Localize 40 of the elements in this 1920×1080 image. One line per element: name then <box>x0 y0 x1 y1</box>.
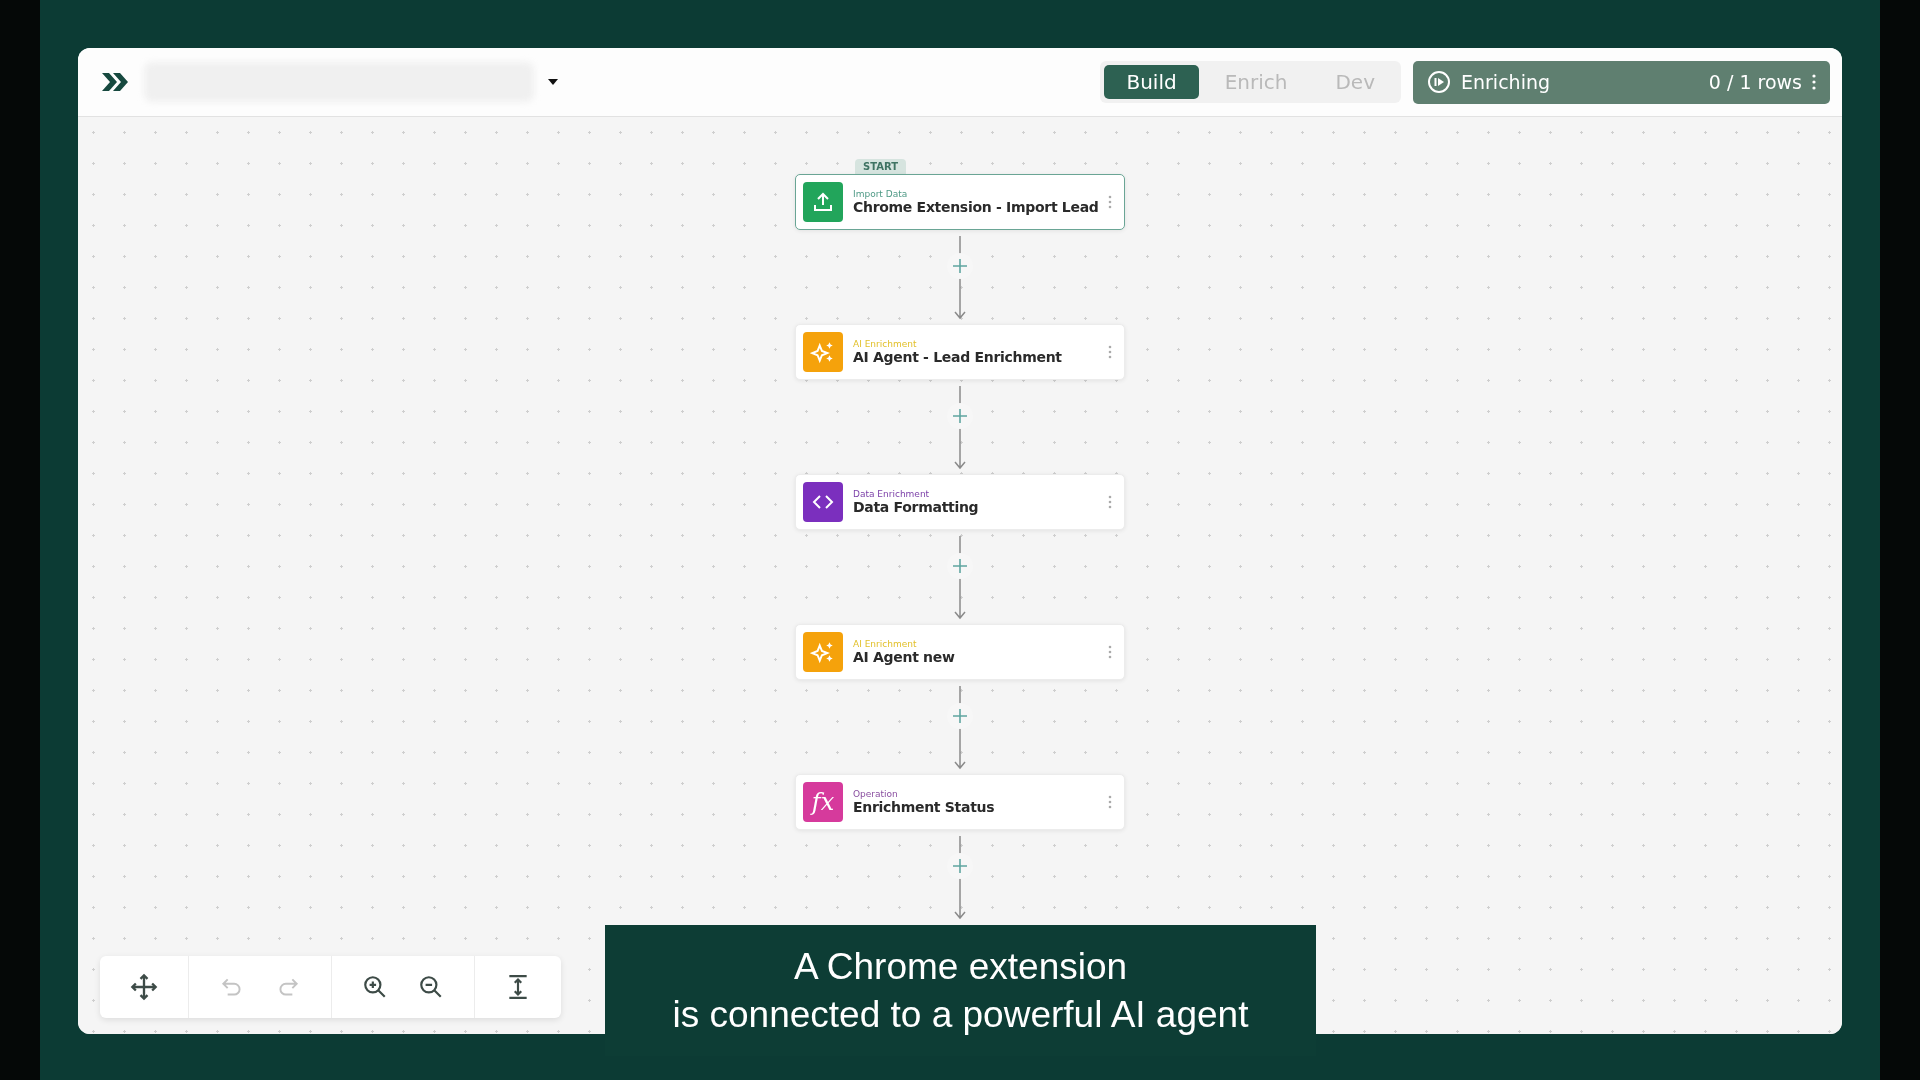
function-icon: fx <box>803 782 843 822</box>
node-category: AI Enrichment <box>853 339 918 349</box>
plus-icon <box>952 408 968 424</box>
row-count: 0 / 1 rows <box>1708 71 1802 93</box>
node-title: Chrome Extension - Import Lead <box>853 199 1098 215</box>
upload-icon <box>803 182 843 222</box>
caption-line: is connected to a powerful AI agent <box>672 992 1249 1037</box>
node-title: Enrichment Status <box>853 799 996 815</box>
node-category: Operation <box>853 789 899 799</box>
plus-icon <box>952 708 968 724</box>
more-vertical-icon[interactable] <box>1108 495 1112 509</box>
node-category: Import Data <box>853 189 909 199</box>
double-chevron-logo-icon <box>100 71 130 93</box>
node-title: Data Formatting <box>853 499 980 515</box>
start-tag: START <box>855 159 907 174</box>
node-title: AI Agent new <box>853 649 956 665</box>
node-category: Data Enrichment <box>853 489 931 499</box>
plus-icon <box>952 858 968 874</box>
caret-icon[interactable] <box>548 79 558 85</box>
flow-node[interactable]: AI Enrichment AI Agent new <box>795 624 1125 680</box>
more-vertical-icon[interactable] <box>1812 74 1816 90</box>
flow-node[interactable]: Import Data Chrome Extension - Import Lead <box>795 174 1125 230</box>
plus-icon <box>952 558 968 574</box>
view-tab[interactable]: Build <box>1104 65 1199 99</box>
node-title: AI Agent - Lead Enrichment <box>853 349 1063 365</box>
flow-node[interactable]: Data Enrichment Data Formatting <box>795 474 1125 530</box>
flow-node[interactable]: fx Operation Enrichment Status <box>795 774 1125 830</box>
node-category: AI Enrichment <box>853 639 918 649</box>
more-vertical-icon[interactable] <box>1108 795 1112 809</box>
caption-line: A Chrome extension <box>793 944 1128 989</box>
more-vertical-icon[interactable] <box>1108 645 1112 659</box>
sparkle-icon <box>803 632 843 672</box>
more-vertical-icon[interactable] <box>1108 345 1112 359</box>
status-label: Enriching <box>1461 71 1550 93</box>
more-vertical-icon[interactable] <box>1108 195 1112 209</box>
code-icon <box>803 482 843 522</box>
sparkle-icon <box>803 332 843 372</box>
plus-icon <box>952 258 968 274</box>
flow-node[interactable]: AI Enrichment AI Agent - Lead Enrichment <box>795 324 1125 380</box>
play-circle-icon[interactable] <box>1427 70 1451 94</box>
